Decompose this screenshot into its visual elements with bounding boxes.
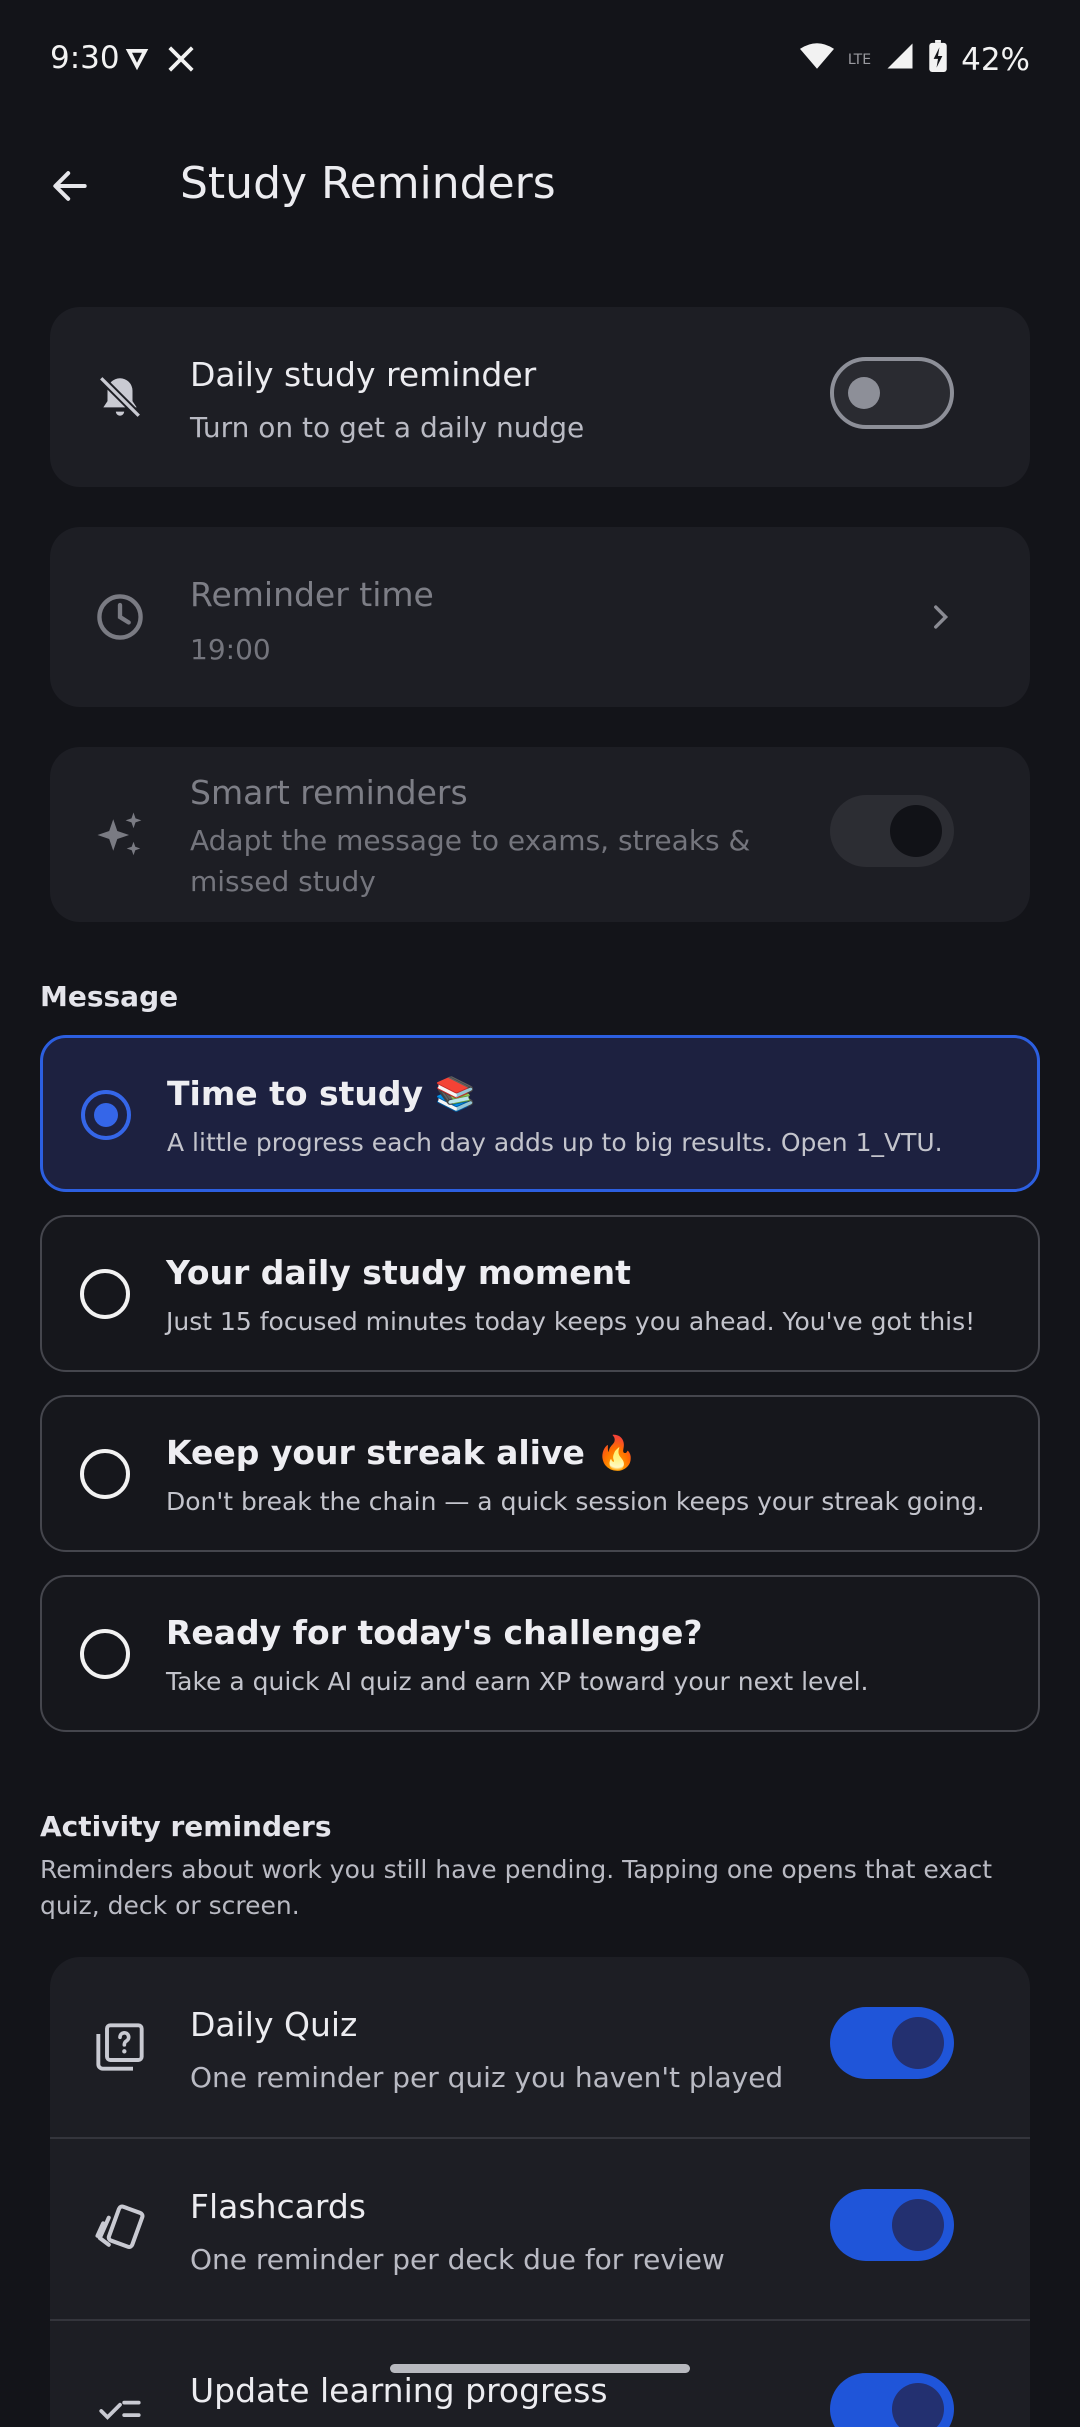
smart-reminders-switch[interactable] bbox=[830, 795, 954, 867]
battery-charging-icon bbox=[929, 40, 947, 80]
activity-description: Reminders about work you still have pend… bbox=[40, 1855, 993, 1920]
flashcards-switch[interactable] bbox=[830, 2189, 954, 2261]
update-progress-title: Update learning progress bbox=[190, 2371, 608, 2410]
check-list-icon bbox=[90, 2381, 150, 2427]
daily-quiz-title: Daily Quiz bbox=[190, 2005, 358, 2044]
radio-unselected[interactable] bbox=[80, 1449, 130, 1499]
message-option-subtitle: Take a quick AI quiz and earn XP toward … bbox=[166, 1667, 869, 1696]
reminder-time-card[interactable]: Reminder time 19:00 bbox=[50, 527, 1030, 707]
arrow-back-icon bbox=[53, 171, 87, 201]
smart-reminders-subtitle-line2: missed study bbox=[190, 865, 376, 898]
smart-reminders-subtitle-line1: Adapt the message to exams, streaks & bbox=[190, 824, 751, 857]
status-bar: 9:30 LTE 42% bbox=[0, 0, 1080, 124]
daily-quiz-switch[interactable] bbox=[830, 2007, 954, 2079]
notifications-off-icon bbox=[90, 367, 150, 427]
activity-section-header: Activity reminders bbox=[40, 1810, 332, 1843]
list-item-update-progress[interactable]: Update learning progress bbox=[50, 2321, 1030, 2427]
message-option[interactable]: Ready for today's challenge? Take a quic… bbox=[40, 1575, 1040, 1732]
vpn-shield-icon bbox=[122, 44, 152, 78]
lte-icon: LTE bbox=[847, 52, 872, 68]
daily-quiz-subtitle: One reminder per quiz you haven't played bbox=[190, 2061, 784, 2094]
message-section-header: Message bbox=[40, 980, 179, 1013]
message-option[interactable]: Your daily study moment Just 15 focused … bbox=[40, 1215, 1040, 1372]
daily-reminder-title: Daily study reminder bbox=[190, 355, 537, 394]
message-option-subtitle: A little progress each day adds up to bi… bbox=[167, 1128, 943, 1157]
list-item-flashcards[interactable]: Flashcards One reminder per deck due for… bbox=[50, 2139, 1030, 2319]
daily-reminder-card[interactable]: Daily study reminder Turn on to get a da… bbox=[50, 307, 1030, 487]
daily-reminder-switch[interactable] bbox=[830, 357, 954, 429]
reminder-time-title: Reminder time bbox=[190, 575, 434, 614]
chevron-right-icon bbox=[910, 587, 970, 647]
smart-reminders-title: Smart reminders bbox=[190, 773, 468, 812]
page-title: Study Reminders bbox=[180, 158, 556, 209]
back-button[interactable] bbox=[40, 150, 100, 222]
message-option[interactable]: Time to study 📚 A little progress each d… bbox=[40, 1035, 1040, 1192]
signal-icon bbox=[885, 41, 915, 79]
clock-icon bbox=[90, 587, 150, 647]
sparkle-icon bbox=[90, 805, 150, 865]
message-option-title: Ready for today's challenge? bbox=[166, 1613, 703, 1652]
daily-reminder-subtitle: Turn on to get a daily nudge bbox=[190, 411, 585, 444]
flashcards-title: Flashcards bbox=[190, 2187, 366, 2226]
radio-unselected[interactable] bbox=[80, 1629, 130, 1679]
message-option[interactable]: Keep your streak alive 🔥 Don't break the… bbox=[40, 1395, 1040, 1552]
message-option-title: Time to study 📚 bbox=[167, 1074, 476, 1113]
message-option-title: Keep your streak alive 🔥 bbox=[166, 1433, 638, 1472]
message-option-title: Your daily study moment bbox=[166, 1253, 631, 1292]
flashcards-subtitle: One reminder per deck due for review bbox=[190, 2243, 725, 2276]
reminder-time-value: 19:00 bbox=[190, 633, 271, 666]
message-option-subtitle: Just 15 focused minutes today keeps you … bbox=[166, 1307, 976, 1336]
update-progress-switch[interactable] bbox=[830, 2373, 954, 2427]
list-item-daily-quiz[interactable]: Daily Quiz One reminder per quiz you hav… bbox=[50, 1957, 1030, 2137]
home-indicator[interactable] bbox=[390, 2364, 690, 2373]
battery-percent: 42% bbox=[961, 42, 1030, 78]
quiz-icon bbox=[90, 2017, 150, 2077]
smart-reminders-card[interactable]: Smart reminders Adapt the message to exa… bbox=[50, 747, 1030, 922]
radio-unselected[interactable] bbox=[80, 1269, 130, 1319]
wifi-icon bbox=[799, 41, 834, 79]
message-option-subtitle: Don't break the chain — a quick session … bbox=[166, 1487, 985, 1516]
x-app-icon bbox=[166, 44, 196, 78]
flashcards-icon bbox=[90, 2199, 150, 2259]
status-time: 9:30 bbox=[50, 40, 120, 76]
activity-reminders-list: Daily Quiz One reminder per quiz you hav… bbox=[50, 1957, 1030, 2427]
radio-selected[interactable] bbox=[81, 1090, 131, 1140]
